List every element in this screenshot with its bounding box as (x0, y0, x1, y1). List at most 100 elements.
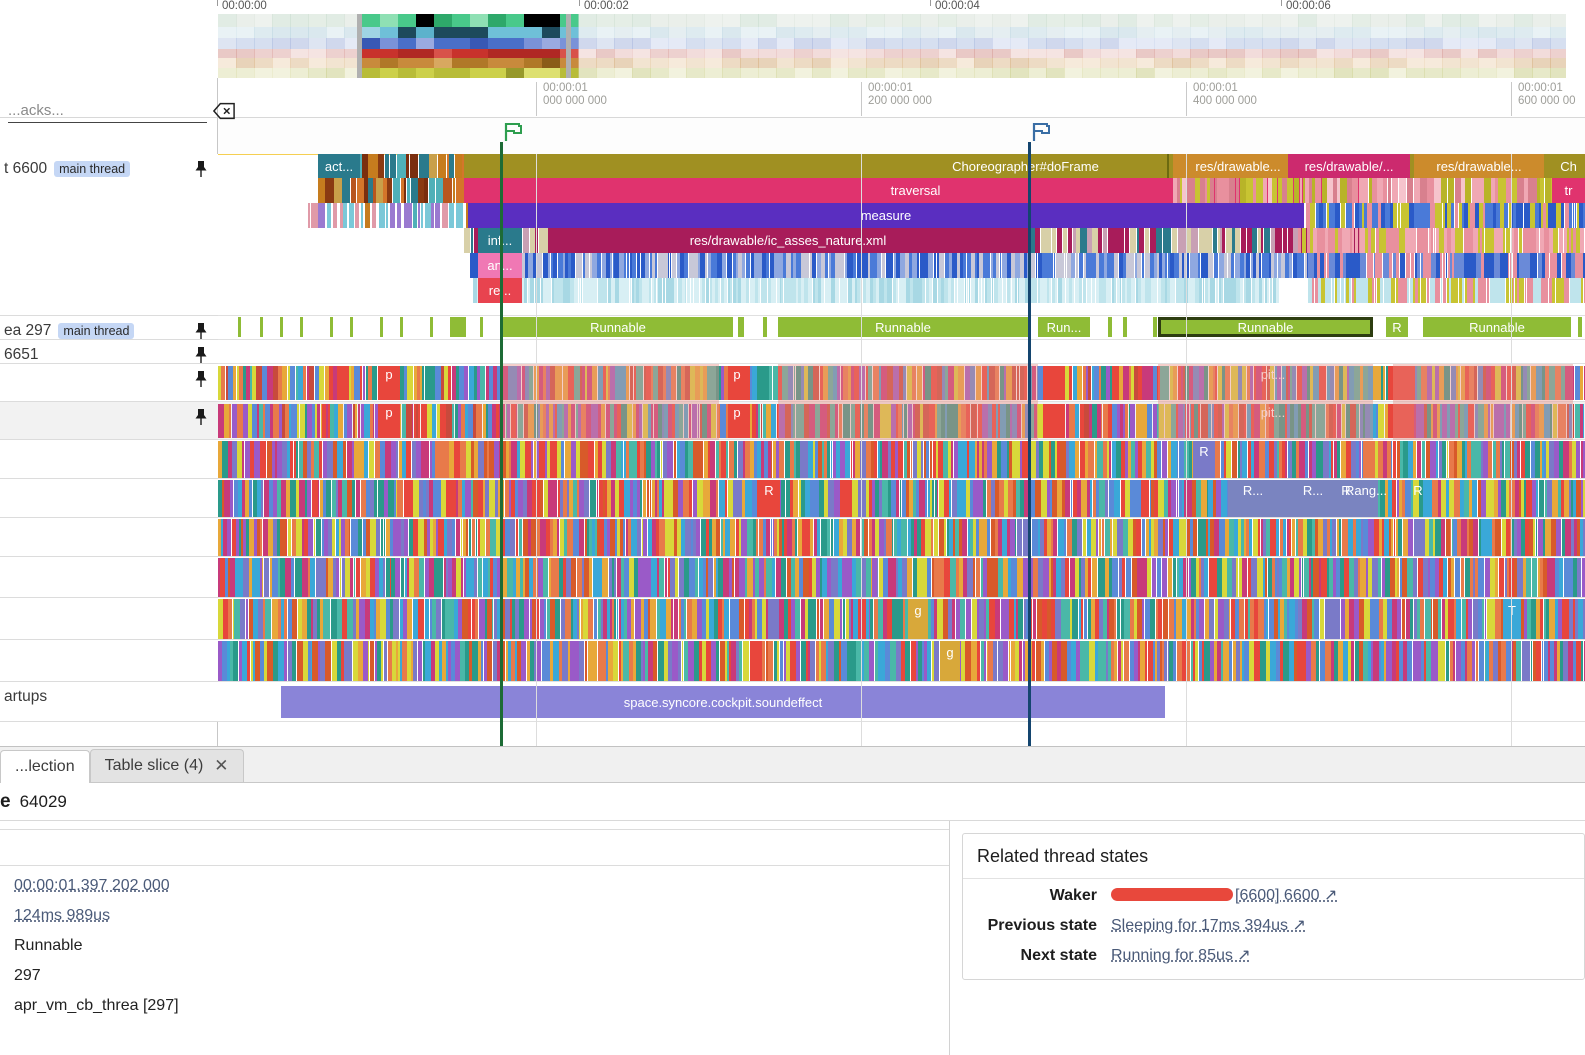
slice-fragment[interactable] (1402, 519, 1408, 556)
slice-fragment[interactable] (592, 641, 598, 681)
slice-fragment[interactable] (730, 519, 736, 556)
slice-fragment[interactable] (1512, 253, 1517, 278)
slice-fragment[interactable] (851, 519, 856, 556)
slice-fragment[interactable] (739, 558, 745, 597)
slice-fragment[interactable] (386, 203, 389, 228)
slice-fragment[interactable] (1043, 441, 1049, 478)
slice-fragment[interactable] (1151, 558, 1157, 597)
track-label[interactable] (0, 518, 218, 557)
slice-fragment[interactable] (614, 253, 619, 278)
slice-fragment[interactable] (315, 519, 322, 556)
slice-fragment[interactable] (1108, 480, 1115, 517)
slice-fragment[interactable] (318, 203, 326, 228)
slice-fragment[interactable] (674, 278, 678, 303)
slice-fragment[interactable] (1068, 278, 1072, 303)
track-label[interactable]: artups (0, 682, 218, 722)
slice-fragment[interactable] (346, 641, 353, 681)
slice-fragment[interactable] (434, 203, 440, 228)
slice-selected[interactable]: Runnable (1158, 317, 1373, 337)
close-icon[interactable]: ✕ (214, 756, 228, 776)
slice-fragment[interactable] (751, 480, 757, 517)
slice-fragment[interactable] (1449, 480, 1454, 517)
slice-fragment[interactable] (778, 253, 783, 278)
track-row[interactable] (218, 340, 1585, 364)
slice-fragment[interactable] (1229, 178, 1236, 203)
slice-fragment[interactable] (506, 558, 513, 597)
slice-fragment[interactable] (1177, 228, 1185, 253)
slice[interactable]: p (380, 405, 398, 420)
slice-fragment[interactable] (262, 519, 268, 556)
track-label[interactable]: ea 297 main thread (0, 316, 218, 340)
track-label[interactable] (0, 557, 218, 598)
slice-fragment[interactable] (365, 599, 370, 639)
slice[interactable] (430, 317, 433, 337)
slice-fragment[interactable] (440, 480, 447, 517)
slice[interactable]: Rang... (1346, 482, 1386, 498)
slice[interactable]: Runnable (1423, 317, 1571, 337)
slice-fragment[interactable] (1158, 253, 1162, 278)
slice-fragment[interactable] (1351, 441, 1357, 478)
slice-fragment[interactable] (454, 154, 463, 178)
slice[interactable]: res/drawable/... (1288, 154, 1410, 178)
details-tab[interactable]: Table slice (4) ✕ (89, 749, 244, 782)
slice-fragment[interactable] (413, 203, 417, 228)
slice-fragment[interactable] (1054, 599, 1061, 639)
slice-fragment[interactable] (784, 441, 790, 478)
slice-fragment[interactable] (1259, 641, 1266, 681)
slice-fragment[interactable] (1275, 278, 1279, 303)
slice-fragment[interactable] (1158, 480, 1164, 517)
slice-fragment[interactable] (271, 558, 278, 597)
slice-fragment[interactable] (882, 441, 888, 478)
slice-fragment[interactable] (1059, 253, 1065, 278)
slice-fragment[interactable] (1103, 228, 1108, 253)
slice-fragment[interactable] (1465, 178, 1472, 203)
slice-fragment[interactable] (664, 480, 670, 517)
slice-fragment[interactable] (759, 558, 764, 597)
slice-fragment[interactable] (1297, 519, 1303, 556)
slice-fragment[interactable] (1413, 519, 1419, 556)
slice[interactable] (350, 317, 353, 337)
slice-fragment[interactable] (1199, 599, 1205, 639)
slice-fragment[interactable] (692, 480, 698, 517)
slice-fragment[interactable] (989, 599, 995, 639)
slice-fragment[interactable] (443, 178, 452, 203)
slice[interactable]: T (1503, 602, 1521, 618)
slice-fragment[interactable] (770, 404, 777, 438)
slice-fragment[interactable] (846, 253, 851, 278)
slice-fragment[interactable] (1168, 599, 1174, 639)
slice-fragment[interactable] (1214, 519, 1219, 556)
slice-fragment[interactable] (1137, 253, 1142, 278)
slice-fragment[interactable] (368, 154, 378, 178)
slice-fragment[interactable] (1052, 641, 1058, 681)
detail-value[interactable]: 00:00:01.397 202 000 (14, 877, 170, 895)
slice-fragment[interactable] (1062, 228, 1068, 253)
slice-fragment[interactable] (1174, 253, 1180, 278)
slice-fragment[interactable] (479, 366, 486, 400)
slice-fragment[interactable] (1447, 178, 1455, 203)
slice-fragment[interactable] (719, 641, 725, 681)
slice[interactable]: R... (1233, 482, 1273, 498)
slice-fragment[interactable] (332, 203, 338, 228)
slice-fragment[interactable] (1515, 641, 1522, 681)
slice-fragment[interactable] (1362, 178, 1369, 203)
slice-fragment[interactable] (256, 366, 262, 400)
slice-fragment[interactable] (1454, 558, 1461, 597)
slice-fragment[interactable] (1114, 253, 1119, 278)
slice-fragment[interactable] (757, 599, 762, 639)
slice-fragment[interactable] (1007, 480, 1014, 517)
slice-fragment[interactable] (417, 641, 423, 681)
slice-fragment[interactable] (326, 480, 332, 517)
slice-fragment[interactable] (1407, 558, 1413, 597)
slice-fragment[interactable] (1104, 253, 1107, 278)
slice-fragment[interactable] (1473, 519, 1479, 556)
slice-fragment[interactable] (1516, 178, 1524, 203)
slice-fragment[interactable] (1251, 558, 1257, 597)
slice-fragment[interactable] (686, 599, 692, 639)
slice-fragment[interactable] (1104, 519, 1111, 556)
slice-fragment[interactable] (1212, 278, 1216, 303)
slice-fragment[interactable] (438, 519, 444, 556)
slice-fragment[interactable] (1130, 404, 1136, 438)
slice-fragment[interactable] (430, 203, 434, 228)
slice[interactable]: p (728, 405, 746, 420)
slice-fragment[interactable] (252, 558, 258, 597)
